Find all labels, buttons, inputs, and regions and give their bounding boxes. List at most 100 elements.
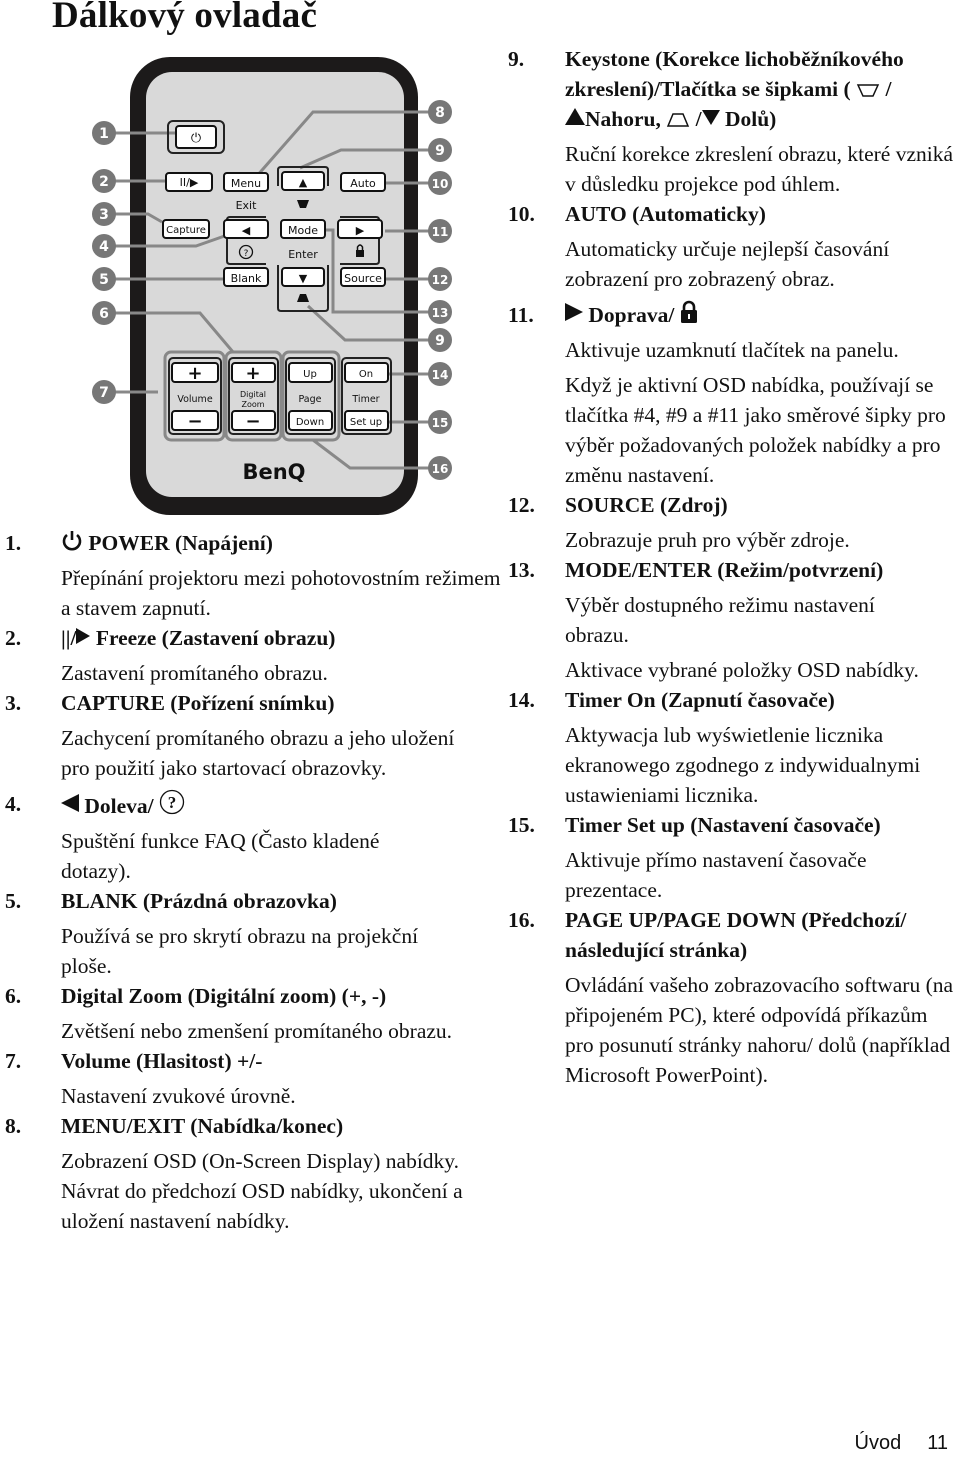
list-item-source: 12. SOURCE (Zdroj) Zobrazuje pruh pro vý… xyxy=(508,490,960,555)
zoom-in-button[interactable]: + xyxy=(231,362,276,384)
svg-text:12: 12 xyxy=(432,273,449,287)
source-button[interactable]: Source xyxy=(340,267,386,287)
svg-text:Auto: Auto xyxy=(350,177,376,190)
function-list-right: 9. Keystone (Korekce lichoběžníkového zk… xyxy=(508,44,960,1090)
item-number: 6. xyxy=(5,984,22,1008)
power-button[interactable]: ⏻ xyxy=(175,125,217,149)
left-button[interactable]: ◀ xyxy=(223,219,269,239)
page-label: Page xyxy=(299,394,322,405)
svg-text:8: 8 xyxy=(435,105,445,121)
item-number: 11. xyxy=(508,303,534,327)
blank-button[interactable]: Blank xyxy=(223,267,269,287)
svg-text:4: 4 xyxy=(99,239,109,255)
callout-4: 4 xyxy=(92,234,116,258)
svg-text:6: 6 xyxy=(99,306,109,322)
item-title: Timer On (Zapnutí časovače) xyxy=(565,688,835,712)
svg-text:+: + xyxy=(245,363,260,384)
right-arrow-icon xyxy=(565,303,583,321)
callout-5: 5 xyxy=(92,267,116,291)
brand-logo: BenQ xyxy=(242,460,305,484)
item-description: Aktivuje přímo nastavení časovače prezen… xyxy=(565,848,867,902)
list-item-page-up-down: 16. PAGE UP/PAGE DOWN (Předchozí/ násled… xyxy=(508,905,960,1090)
svg-text:−: − xyxy=(187,411,202,432)
svg-text:Blank: Blank xyxy=(231,272,262,285)
power-icon xyxy=(62,531,82,551)
svg-text:13: 13 xyxy=(432,306,449,320)
footer-section: Úvod xyxy=(854,1432,902,1454)
up-button[interactable]: ▲ xyxy=(281,171,325,191)
svg-text:Set up: Set up xyxy=(350,417,382,428)
item-number: 7. xyxy=(5,1049,22,1073)
callout-13: 13 xyxy=(428,300,452,324)
zoom-out-button[interactable]: − xyxy=(231,410,276,432)
item-number: 3. xyxy=(5,691,22,715)
item-number: 4. xyxy=(5,792,22,816)
page-up-button[interactable]: Up xyxy=(288,362,333,383)
svg-text:II/▶: II/▶ xyxy=(180,176,199,189)
item-number: 1. xyxy=(5,531,22,555)
list-item-keystone: 9. Keystone (Korekce lichoběžníkového zk… xyxy=(508,44,960,199)
volume-up-button[interactable]: + xyxy=(171,362,219,384)
item-number: 16. xyxy=(508,908,535,932)
item-title: MODE/ENTER (Režim/potvrzení) xyxy=(565,558,884,582)
svg-text:9: 9 xyxy=(435,143,445,159)
item-description: Ovládání vašeho zobrazovacího softwaru (… xyxy=(565,973,954,1087)
item-title: Doprava/ xyxy=(588,303,675,327)
svg-text:?: ? xyxy=(244,249,249,259)
list-item-auto: 10. AUTO (Automaticky) Automaticky určuj… xyxy=(508,199,960,294)
svg-text:11: 11 xyxy=(432,225,449,239)
item-number: 15. xyxy=(508,813,535,837)
timer-on-button[interactable]: On xyxy=(344,362,389,383)
item-description: Aktivuje uzamknutí tlačítek na panelu. xyxy=(565,338,899,362)
exit-label: Exit xyxy=(236,199,258,212)
item-description: Ruční korekce zkreslení obrazu, které vz… xyxy=(565,142,954,196)
svg-text:1: 1 xyxy=(99,126,109,142)
svg-text:Capture: Capture xyxy=(166,225,206,236)
svg-text:Up: Up xyxy=(303,369,317,380)
item-title: Doleva/ xyxy=(84,794,154,818)
svg-text:15: 15 xyxy=(432,416,449,430)
enter-label: Enter xyxy=(288,248,318,261)
item-title: PAGE UP/PAGE DOWN (Předchozí/ následujíc… xyxy=(565,908,907,962)
callout-10: 10 xyxy=(428,171,452,195)
mode-button[interactable]: Mode xyxy=(280,219,326,239)
item-title: Digital Zoom (Digitální zoom) (+, -) xyxy=(61,984,387,1008)
svg-text:On: On xyxy=(359,369,373,380)
callout-1: 1 xyxy=(92,121,116,145)
list-item-right: 11. Doprava/ Aktivuje uzamknutí tlačítek… xyxy=(508,300,960,490)
volume-down-button[interactable]: − xyxy=(171,410,219,432)
item-title: BLANK (Prázdná obrazovka) xyxy=(61,889,337,913)
right-button[interactable]: ▶ xyxy=(337,219,383,239)
digital-label: Digital xyxy=(240,390,266,399)
item-number: 12. xyxy=(508,493,535,517)
item-number: 14. xyxy=(508,688,535,712)
item-number: 9. xyxy=(508,47,525,71)
menu-button[interactable]: Menu xyxy=(223,172,269,192)
volume-label: Volume xyxy=(177,394,212,405)
item-title: POWER (Napájení) xyxy=(88,531,273,555)
page-down-button[interactable]: Down xyxy=(288,410,333,431)
freeze-button[interactable]: II/▶ xyxy=(165,172,213,192)
item-title: Freeze (Zastavení obrazu) xyxy=(95,626,336,650)
svg-text:Down: Down xyxy=(296,417,324,428)
svg-text:+: + xyxy=(187,363,202,384)
auto-button[interactable]: Auto xyxy=(340,172,386,192)
svg-text:Mode: Mode xyxy=(288,224,318,237)
item-title: AUTO (Automaticky) xyxy=(565,202,766,226)
list-item-left: 4. Doleva/ ? Spuštění funkce FAQ (Často … xyxy=(5,789,505,886)
callout-6: 6 xyxy=(92,301,116,325)
list-item-timer-setup: 15. Timer Set up (Nastavení časovače) Ak… xyxy=(508,810,960,905)
item-title: SOURCE (Zdroj) xyxy=(565,493,728,517)
svg-text:5: 5 xyxy=(99,272,109,288)
timer-setup-button[interactable]: Set up xyxy=(344,410,389,431)
svg-text:Menu: Menu xyxy=(231,177,261,190)
down-button[interactable]: ▼ xyxy=(281,267,325,287)
item-description: Zastavení promítaného obrazu. xyxy=(61,661,328,685)
item-title: MENU/EXIT (Nabídka/konec) xyxy=(61,1114,344,1138)
page-footer: Úvod 11 xyxy=(855,1432,948,1455)
callout-2: 2 xyxy=(92,169,116,193)
item-number: 5. xyxy=(5,889,22,913)
capture-button[interactable]: Capture xyxy=(162,219,210,239)
item-description: Zobrazení OSD (On-Screen Display) nabídk… xyxy=(61,1149,463,1233)
function-list-left: 1. POWER (Napájení) Přepínání projektoru… xyxy=(5,528,505,1236)
